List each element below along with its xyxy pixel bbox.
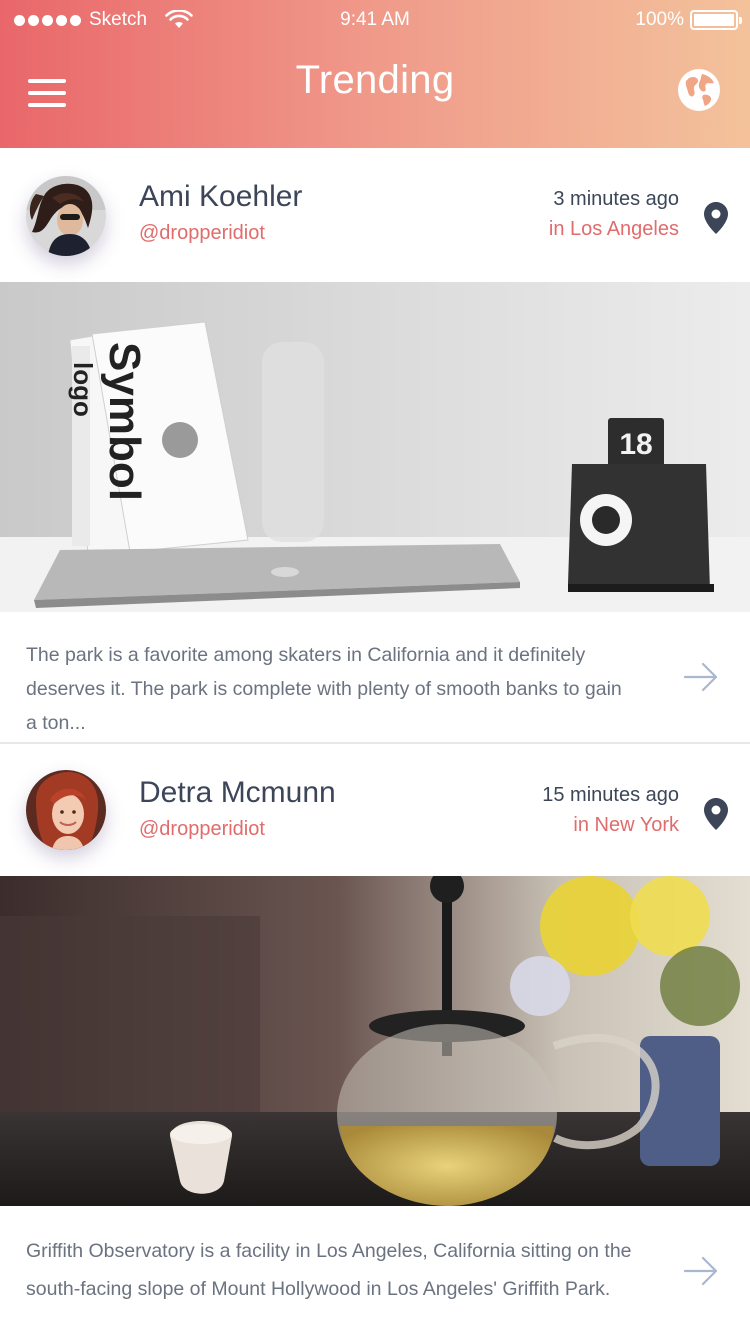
map-pin-icon[interactable] [703,797,729,831]
calendar-number: 18 [619,428,652,461]
post-header: Detra Mcmunn @dropperidiot 15 minutes ag… [0,744,750,878]
page-title: Trending [295,58,455,102]
battery-icon [690,10,742,30]
post-header: Ami Koehler @dropperidiot 3 minutes ago … [0,148,750,282]
post-location[interactable]: in New York [573,814,679,837]
book-spine-logo: logo [68,362,98,417]
post-location[interactable]: in Los Angeles [549,218,679,241]
avatar[interactable] [26,770,106,850]
post-text: The park is a favorite among skaters in … [26,644,622,734]
post-text: Griffith Observatory is a facility in Lo… [26,1240,632,1300]
author-handle[interactable]: @dropperidiot [139,222,265,245]
app-header: Sketch 9:41 AM 100% Trending [0,0,750,148]
avatar[interactable] [26,176,106,256]
globe-icon[interactable] [677,68,721,112]
arrow-right-icon[interactable] [683,662,719,692]
post-image[interactable] [0,876,750,1206]
author-handle[interactable]: @dropperidiot [139,818,265,841]
status-right: 100% [635,9,742,31]
author-name: Ami Koehler [139,180,303,213]
map-pin-icon[interactable] [703,201,729,235]
post-image[interactable]: Symbol logo 18 [0,282,750,612]
arrow-right-icon[interactable] [683,1256,719,1286]
post-time: 15 minutes ago [542,784,679,806]
battery-percent: 100% [635,9,684,30]
status-bar: Sketch 9:41 AM 100% [0,0,750,40]
author-name: Detra Mcmunn [139,776,336,809]
post-time: 3 minutes ago [553,188,679,210]
book-spine-symbol: Symbol [100,342,149,501]
